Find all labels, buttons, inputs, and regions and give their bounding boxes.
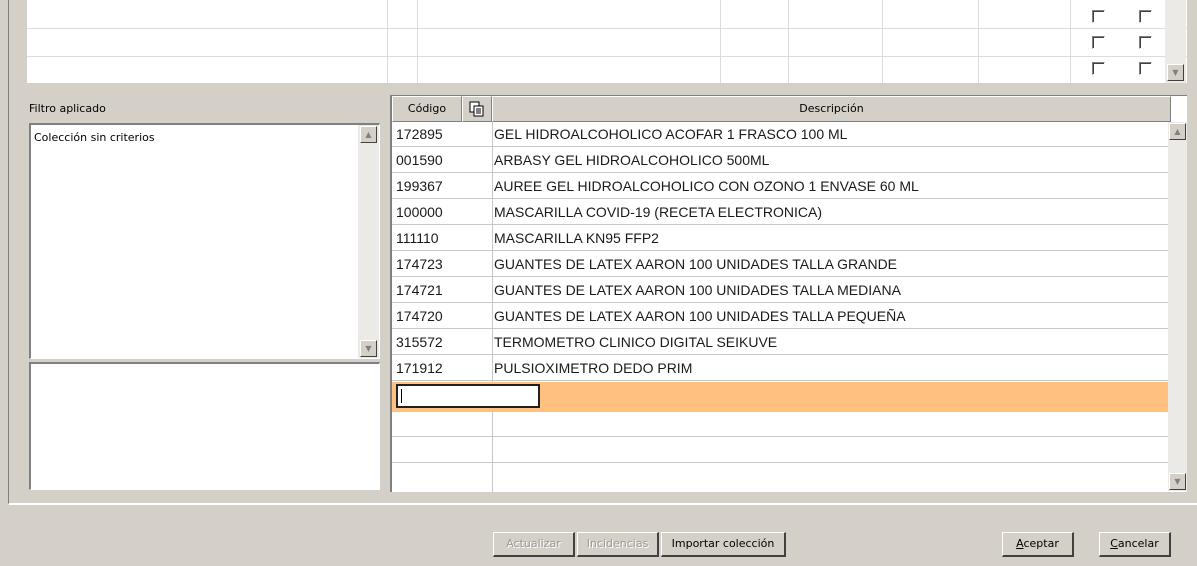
table-row[interactable]: 171912 PULSIOXIMETRO DEDO PRIM	[392, 356, 1169, 381]
row-code: 174723	[396, 256, 443, 272]
grid-header: Código Descripción	[392, 96, 1171, 122]
aceptar-button[interactable]: Aceptar	[1002, 532, 1074, 557]
incidencias-button[interactable]: Incidencias	[577, 532, 659, 557]
top-checkbox[interactable]	[1139, 62, 1152, 75]
top-checkbox[interactable]	[1139, 36, 1152, 49]
actualizar-button[interactable]: Actualizar	[493, 532, 575, 557]
filter-value: Colección sin criterios	[34, 131, 155, 144]
row-description: GUANTES DE LATEX AARON 100 UNIDADES TALL…	[494, 282, 901, 298]
row-code: 111110	[396, 230, 439, 246]
top-checkbox[interactable]	[1139, 10, 1152, 23]
table-row[interactable]: 001590 ARBASY GEL HIDROALCOHOLICO 500ML	[392, 148, 1169, 173]
top-checkbox[interactable]	[1092, 62, 1105, 75]
filter-textbox[interactable]: Colección sin criterios ▲ ▼	[29, 123, 380, 359]
table-row[interactable]: 174720 GUANTES DE LATEX AARON 100 UNIDAD…	[392, 304, 1169, 329]
row-code: 171912	[396, 360, 443, 376]
cancelar-label: ancelar	[1117, 537, 1159, 550]
row-description: MASCARILLA COVID-19 (RECETA ELECTRONICA)	[494, 204, 823, 220]
row-description: PULSIOXIMETRO DEDO PRIM	[494, 360, 693, 376]
column-header-descripcion[interactable]: Descripción	[492, 96, 1171, 122]
grid-scrollbar[interactable]: ▲ ▼	[1168, 122, 1187, 491]
empty-row[interactable]	[392, 464, 1169, 489]
notes-textbox[interactable]	[29, 362, 380, 490]
row-description: GUANTES DE LATEX AARON 100 UNIDADES TALL…	[494, 256, 898, 272]
table-row[interactable]: 174723 GUANTES DE LATEX AARON 100 UNIDAD…	[392, 252, 1169, 277]
row-description: GUANTES DE LATEX AARON 100 UNIDADES TALL…	[494, 308, 906, 324]
top-grid-scrollbar[interactable]: ▼	[1165, 0, 1186, 83]
scroll-down-icon[interactable]: ▼	[1169, 473, 1186, 490]
row-description: AUREE GEL HIDROALCOHOLICO CON OZONO 1 EN…	[494, 178, 919, 194]
table-row[interactable]: 100000 MASCARILLA COVID-19 (RECETA ELECT…	[392, 200, 1169, 225]
top-grid	[27, 0, 1187, 83]
row-code: 174720	[396, 308, 443, 324]
table-row[interactable]: 172895 GEL HIDROALCOHOLICO ACOFAR 1 FRAS…	[392, 122, 1169, 147]
new-entry-row[interactable]	[392, 382, 1169, 412]
table-row[interactable]: 111110 MASCARILLA KN95 FFP2	[392, 226, 1169, 251]
scroll-down-icon[interactable]: ▼	[360, 340, 377, 357]
row-description: MASCARILLA KN95 FFP2	[494, 230, 659, 246]
scroll-up-icon[interactable]: ▲	[360, 126, 377, 143]
row-code: 315572	[396, 334, 443, 350]
cancelar-mnemonic: C	[1110, 537, 1118, 550]
table-row[interactable]: 199367 AUREE GEL HIDROALCOHOLICO CON OZO…	[392, 174, 1169, 199]
button-bar: Actualizar Incidencias Importar colecció…	[0, 512, 1197, 566]
empty-row[interactable]	[392, 438, 1169, 463]
cancelar-button[interactable]: Cancelar	[1099, 532, 1171, 557]
row-code: 172895	[396, 126, 443, 142]
row-description: GEL HIDROALCOHOLICO ACOFAR 1 FRASCO 100 …	[494, 126, 848, 142]
importar-coleccion-button[interactable]: Importar colección	[661, 532, 786, 557]
top-checkbox[interactable]	[1092, 10, 1105, 23]
code-entry-input[interactable]	[396, 384, 540, 408]
table-row[interactable]: 315572 TERMOMETRO CLINICO DIGITAL SEIKUV…	[392, 330, 1169, 355]
copy-button[interactable]	[462, 96, 492, 122]
table-row[interactable]: 174721 GUANTES DE LATEX AARON 100 UNIDAD…	[392, 278, 1169, 303]
row-description: ARBASY GEL HIDROALCOHOLICO 500ML	[494, 152, 770, 168]
row-code: 199367	[396, 178, 443, 194]
row-code: 001590	[396, 152, 443, 168]
filter-label: Filtro aplicado	[29, 102, 106, 115]
top-checkbox[interactable]	[1092, 36, 1105, 49]
row-code: 174721	[396, 282, 443, 298]
scroll-down-icon[interactable]: ▼	[1167, 64, 1184, 81]
empty-row[interactable]	[392, 412, 1169, 437]
copy-icon	[469, 101, 484, 117]
row-code: 100000	[396, 204, 443, 220]
column-header-codigo[interactable]: Código	[392, 96, 462, 122]
row-description: TERMOMETRO CLINICO DIGITAL SEIKUVE	[494, 334, 778, 350]
aceptar-label: ceptar	[1023, 537, 1059, 550]
scroll-up-icon[interactable]: ▲	[1169, 123, 1186, 140]
products-grid: Código Descripción 172895 GEL HIDROALCOH…	[390, 95, 1187, 493]
filter-scrollbar[interactable]: ▲ ▼	[358, 125, 379, 358]
